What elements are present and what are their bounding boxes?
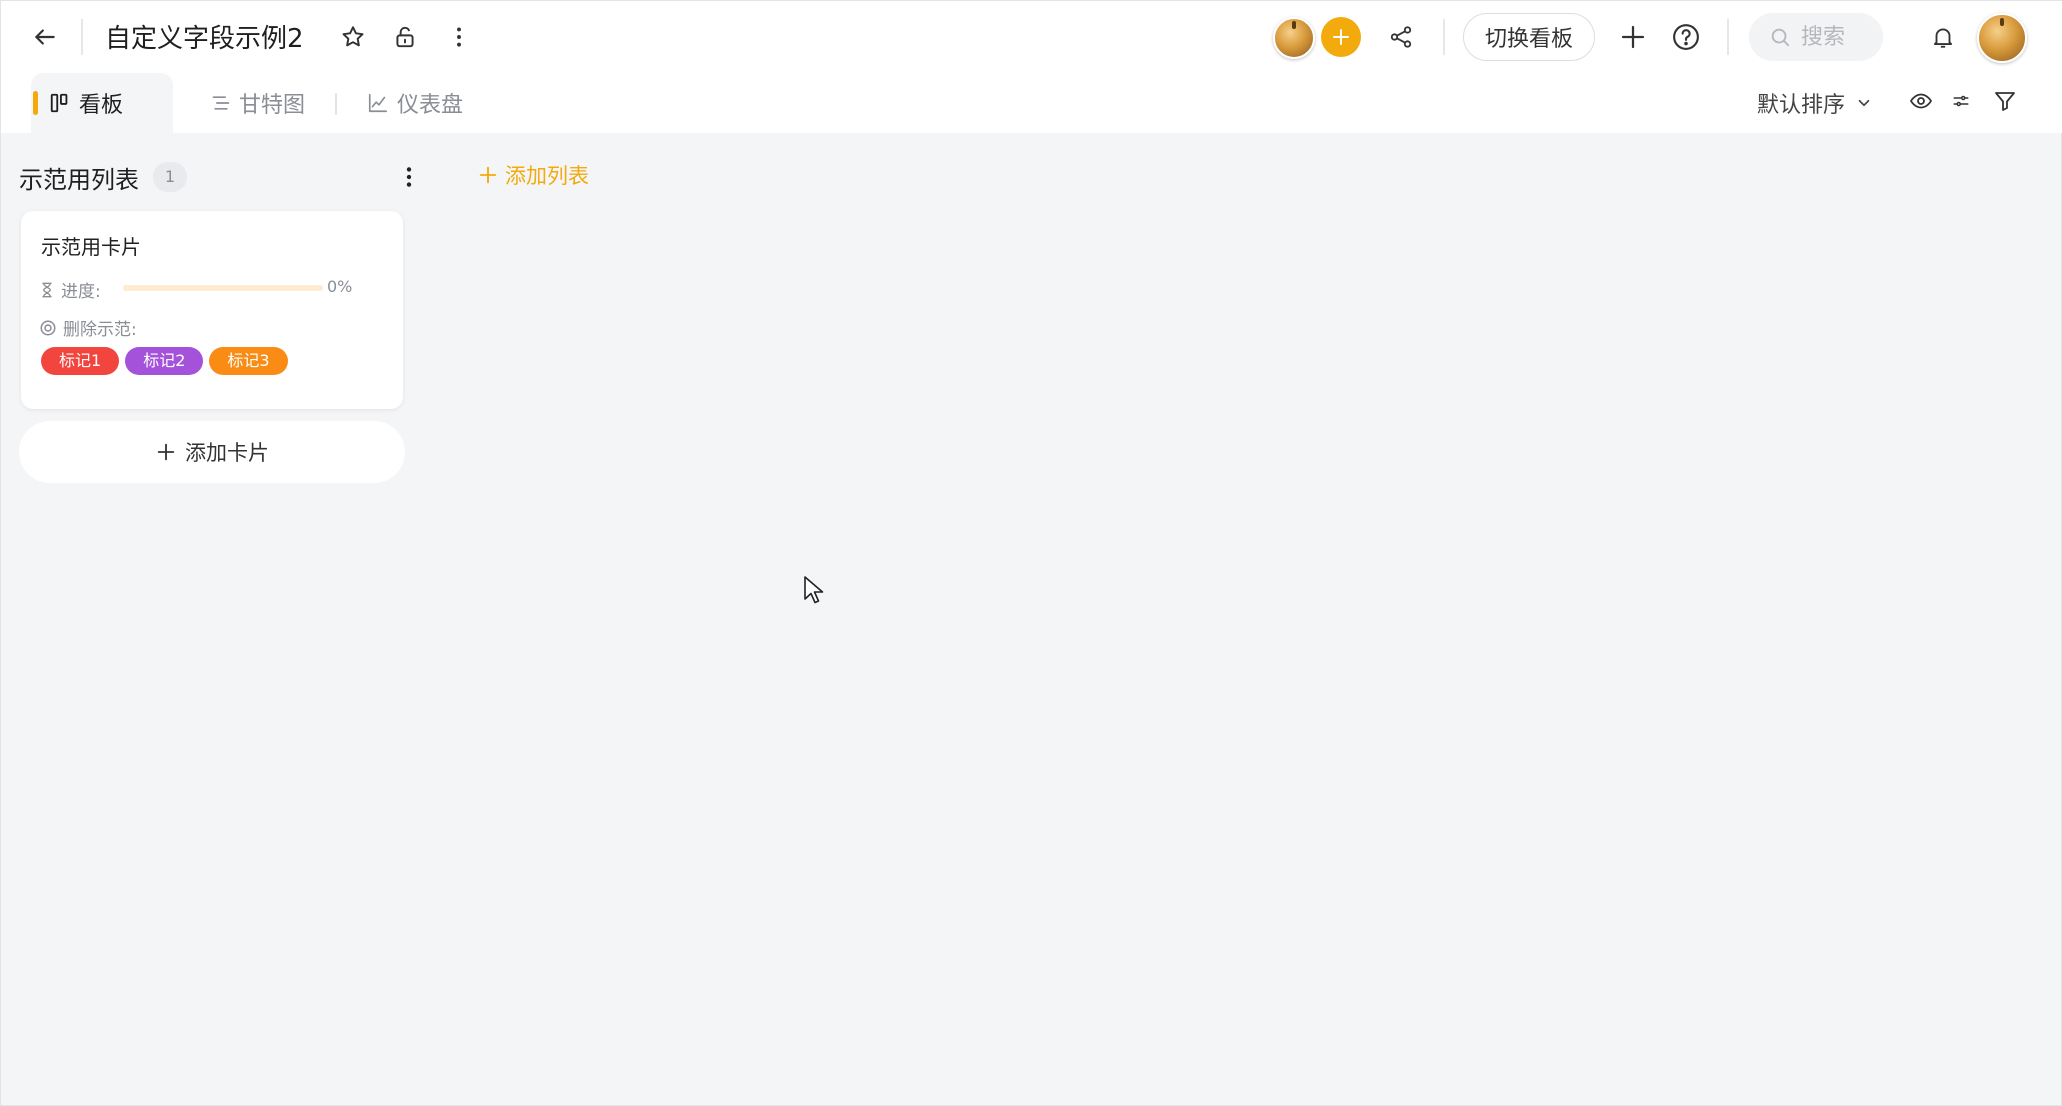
board-title: 自定义字段示例2 [105, 24, 304, 54]
search-input[interactable] [1801, 24, 1881, 50]
list-card-count: 1 [153, 162, 187, 192]
share-button[interactable] [1383, 19, 1419, 55]
plus-icon [479, 166, 497, 184]
back-button[interactable] [27, 19, 63, 55]
kanban-card[interactable]: 示范用卡片 进度: 0% 删除示范: 标记1 标记2 标记3 [21, 211, 403, 409]
more-vertical-icon [457, 27, 461, 47]
more-options-button[interactable] [441, 19, 477, 55]
tab-divider [335, 93, 337, 115]
target-icon [40, 320, 56, 335]
progress-field: 进度: [39, 277, 101, 302]
tab-dashboard[interactable]: 仪表盘 [367, 73, 463, 133]
lock-button[interactable] [387, 19, 423, 55]
tab-label: 甘特图 [239, 93, 306, 118]
star-icon [342, 26, 364, 47]
star-button[interactable] [335, 19, 371, 55]
switch-board-button[interactable]: 切换看板 [1463, 13, 1595, 61]
top-bar: 自定义字段示例2 切换看板 看板 甘特图 仪 [1, 1, 2062, 133]
delete-demo-field: 删除示范: [39, 315, 137, 340]
header-divider [81, 19, 83, 55]
arrow-left-icon [35, 29, 55, 45]
member-avatar[interactable] [1273, 17, 1315, 59]
sort-label: 默认排序 [1757, 93, 1846, 118]
more-vertical-icon [406, 167, 412, 187]
list-header: 示范用列表 1 [19, 157, 187, 197]
tab-kanban[interactable]: 看板 [31, 73, 173, 133]
create-button[interactable] [1615, 19, 1651, 55]
eye-icon [1909, 93, 1933, 109]
header-divider [1443, 19, 1445, 55]
chart-line-icon [368, 93, 388, 113]
unlock-icon [396, 26, 414, 48]
tag[interactable]: 标记2 [125, 347, 204, 375]
bell-icon [1933, 28, 1953, 48]
gantt-icon [212, 96, 230, 110]
search-icon [1771, 28, 1790, 47]
tag[interactable]: 标记1 [41, 347, 120, 375]
hourglass-icon [42, 282, 52, 297]
tag[interactable]: 标记3 [209, 347, 288, 375]
list-title[interactable]: 示范用列表 [19, 160, 139, 195]
share-icon [1390, 26, 1412, 48]
add-list-label: 添加列表 [505, 164, 589, 188]
cursor-arrow-icon [804, 576, 824, 604]
filter-button[interactable] [1989, 85, 2021, 117]
sort-dropdown[interactable]: 默认排序 [1757, 87, 1873, 119]
settings-adjust-button[interactable] [1947, 87, 1975, 115]
filter-icon [1995, 92, 2015, 111]
card-tags: 标记1 标记2 标记3 [41, 347, 294, 375]
add-list-button[interactable]: 添加列表 [477, 157, 589, 193]
kanban-icon [50, 93, 68, 113]
active-tab-indicator [33, 91, 38, 115]
tab-label: 仪表盘 [397, 93, 464, 118]
tab-gantt[interactable]: 甘特图 [211, 73, 305, 133]
plus-icon [1621, 25, 1645, 49]
progress-percent: 0% [327, 277, 353, 296]
notifications-button[interactable] [1925, 19, 1961, 55]
list-more-button[interactable] [393, 159, 425, 195]
user-avatar[interactable] [1977, 13, 2027, 63]
visibility-button[interactable] [1905, 85, 1937, 117]
add-member-button[interactable] [1321, 17, 1361, 57]
chevron-down-icon [1858, 99, 1870, 107]
add-card-label: 添加卡片 [185, 441, 269, 465]
plus-icon [157, 443, 175, 461]
search-box[interactable] [1749, 13, 1883, 61]
help-circle-icon [1673, 24, 1699, 50]
help-button[interactable] [1668, 19, 1704, 55]
progress-label: 进度: [61, 282, 101, 302]
progress-bar [123, 285, 323, 291]
card-title: 示范用卡片 [41, 235, 141, 259]
mouse-cursor [803, 575, 825, 605]
header-divider [1727, 19, 1729, 55]
add-card-button[interactable]: 添加卡片 [19, 421, 405, 483]
tab-label: 看板 [79, 93, 124, 118]
plus-icon [1333, 29, 1349, 45]
sliders-icon [1953, 95, 1969, 107]
delete-demo-label: 删除示范: [63, 320, 137, 340]
